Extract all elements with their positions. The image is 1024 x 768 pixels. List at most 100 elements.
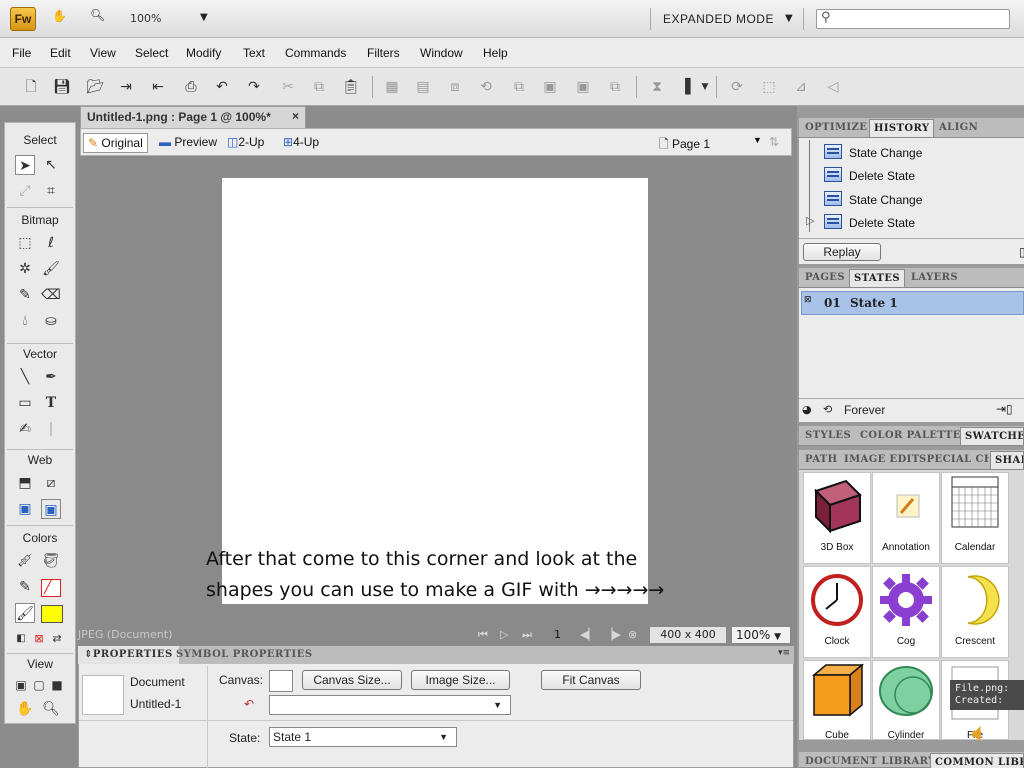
- knife-tool-icon[interactable]: |: [41, 419, 61, 439]
- open-icon[interactable]: 📂︎: [86, 78, 104, 96]
- panel-menu-icon[interactable]: ▾≡: [778, 648, 790, 658]
- subselect-tool-icon[interactable]: ↖: [41, 155, 61, 175]
- export-icon[interactable]: ⇤: [149, 78, 167, 96]
- rectangle-tool-icon[interactable]: ▭: [15, 393, 35, 413]
- workspace-mode[interactable]: EXPANDED MODE: [663, 12, 774, 26]
- tab-image-edit[interactable]: IMAGE EDIT: [840, 451, 924, 469]
- tab-align[interactable]: ALIGN: [935, 119, 982, 137]
- menu-view[interactable]: View: [90, 46, 116, 60]
- undo-icon[interactable]: ↶: [213, 78, 231, 96]
- shape-cube[interactable]: Cube: [803, 660, 871, 741]
- canvas-color-swatch[interactable]: [269, 670, 293, 692]
- menu-filters[interactable]: Filters: [367, 46, 400, 60]
- tab-common-library[interactable]: COMMON LIBRARY: [930, 753, 1024, 768]
- swap-colors-icon[interactable]: ⇄: [47, 629, 67, 649]
- search-input[interactable]: ⚲: [816, 9, 1010, 29]
- shape-crescent[interactable]: Crescent: [941, 566, 1009, 658]
- state-options-icon[interactable]: ⊠: [804, 295, 812, 305]
- zoom-dropdown-icon[interactable]: ▼: [200, 12, 208, 23]
- onion-skin-icon[interactable]: ◕: [802, 403, 812, 416]
- last-frame-icon[interactable]: ⏭: [522, 628, 532, 642]
- align-dropdown-icon[interactable]: ▼: [696, 78, 714, 96]
- fill-color-icon[interactable]: 🖌︎: [15, 603, 35, 623]
- undo-history-icon[interactable]: ↶: [244, 697, 254, 711]
- zoom-icon[interactable]: 🔍︎: [90, 8, 105, 22]
- history-item[interactable]: Delete State: [849, 169, 915, 183]
- menu-window[interactable]: Window: [420, 46, 463, 60]
- first-frame-icon[interactable]: ⏮: [478, 628, 488, 642]
- tab-states[interactable]: STATES: [849, 269, 906, 287]
- loop-icon[interactable]: ⟲: [823, 403, 832, 416]
- zoom-level[interactable]: 100%: [130, 12, 161, 25]
- scale-tool-icon[interactable]: ⤢: [15, 181, 35, 201]
- save-icon[interactable]: 💾︎: [53, 78, 71, 96]
- shape-cog[interactable]: Cog: [872, 566, 940, 658]
- menu-edit[interactable]: Edit: [50, 46, 71, 60]
- hand-tool-icon[interactable]: ✋: [15, 699, 35, 719]
- loop-setting[interactable]: Forever: [844, 403, 885, 417]
- eraser-tool-icon[interactable]: ⌫: [41, 285, 61, 305]
- image-size-button[interactable]: Image Size...: [411, 670, 510, 690]
- history-item[interactable]: State Change: [849, 146, 922, 160]
- state-name[interactable]: State 1: [850, 296, 898, 310]
- text-tool-icon[interactable]: T: [41, 393, 61, 413]
- tab-special-characters[interactable]: SPECIAL CH: [915, 451, 989, 469]
- view-4up-button[interactable]: ⊞4-Up: [279, 133, 323, 153]
- blur-tool-icon[interactable]: 💧︎: [15, 311, 35, 331]
- magic-wand-icon[interactable]: ✲: [15, 259, 35, 279]
- stroke-color-icon[interactable]: ✎: [15, 577, 35, 597]
- replay-button[interactable]: Replay: [803, 243, 881, 261]
- zoom-tool-icon[interactable]: 🔍︎: [41, 699, 61, 719]
- print-icon[interactable]: ⎙: [182, 78, 200, 96]
- paste-icon[interactable]: 📋︎: [342, 78, 360, 96]
- stroke-color-swatch[interactable]: ╱: [41, 579, 61, 597]
- distribute-to-states-icon[interactable]: ⇥▯: [996, 402, 1013, 416]
- freeform-tool-icon[interactable]: ✍: [15, 419, 35, 439]
- default-colors-icon[interactable]: ◧: [11, 629, 31, 649]
- eyedropper-tool-icon[interactable]: 💉︎: [15, 551, 35, 571]
- show-slices-icon[interactable]: ▣: [41, 499, 61, 519]
- view-preview-button[interactable]: ▬ Preview: [155, 133, 221, 153]
- lasso-tool-icon[interactable]: ℓ: [41, 233, 61, 253]
- mode-dropdown-icon[interactable]: ▼: [785, 13, 793, 24]
- shape-3d-box[interactable]: 3D Box: [803, 472, 871, 564]
- full-screen-menu-icon[interactable]: ▢: [29, 675, 49, 695]
- flip-vertical-icon[interactable]: ◁: [824, 78, 842, 96]
- shape-clock[interactable]: Clock: [803, 566, 871, 658]
- speaker-icon[interactable]: 🔈︎: [972, 716, 989, 750]
- brush-tool-icon[interactable]: 🖌︎: [41, 259, 61, 279]
- tab-history[interactable]: HISTORY: [869, 119, 935, 137]
- document-tab[interactable]: Untitled-1.png : Page 1 @ 100%* ×: [80, 106, 306, 128]
- pen-tool-icon[interactable]: ✒: [41, 367, 61, 387]
- menu-commands[interactable]: Commands: [285, 46, 346, 60]
- history-item[interactable]: State Change: [849, 193, 922, 207]
- shape-annotation[interactable]: Annotation: [872, 472, 940, 564]
- hide-slices-icon[interactable]: ▣: [15, 499, 35, 519]
- ungroup-icon[interactable]: ▤: [414, 78, 432, 96]
- paint-bucket-icon[interactable]: 🪣︎: [41, 551, 61, 571]
- align-icon[interactable]: ⧗: [648, 78, 666, 96]
- stop-icon[interactable]: ⊗: [628, 628, 637, 641]
- state-select[interactable]: State 1 ▼: [269, 727, 457, 747]
- fit-canvas-button[interactable]: Fit Canvas: [541, 670, 641, 690]
- tab-document-library[interactable]: DOCUMENT LIBRARY: [801, 753, 940, 768]
- bring-front-icon[interactable]: ⧉: [510, 78, 528, 96]
- canvas-option-select[interactable]: ▼: [269, 695, 511, 715]
- magnification-select[interactable]: 100% ▼: [731, 626, 791, 644]
- cut-icon[interactable]: ✂: [279, 78, 297, 96]
- copy-icon[interactable]: ⧉: [310, 78, 328, 96]
- hand-icon[interactable]: ✋: [52, 9, 67, 23]
- tab-symbol-properties[interactable]: SYMBOL PROPERTIES: [170, 646, 319, 664]
- pencil-tool-icon[interactable]: ✎: [15, 285, 35, 305]
- flip-horizontal-icon[interactable]: ⊿: [792, 78, 810, 96]
- bring-forward-icon[interactable]: ▣: [541, 78, 559, 96]
- group-icon[interactable]: ▦: [383, 78, 401, 96]
- tab-shapes[interactable]: SHAPES: [990, 451, 1024, 469]
- history-slider-handle-icon[interactable]: ▷: [806, 214, 814, 227]
- marquee-tool-icon[interactable]: ⬚: [15, 233, 35, 253]
- combine-icon[interactable]: ⧈: [446, 78, 464, 96]
- page-dropdown-icon[interactable]: ▼: [749, 133, 766, 153]
- view-original-button[interactable]: ✎ Original: [83, 133, 148, 153]
- line-tool-icon[interactable]: ╲: [15, 367, 35, 387]
- rubber-stamp-icon[interactable]: ⛀: [41, 311, 61, 331]
